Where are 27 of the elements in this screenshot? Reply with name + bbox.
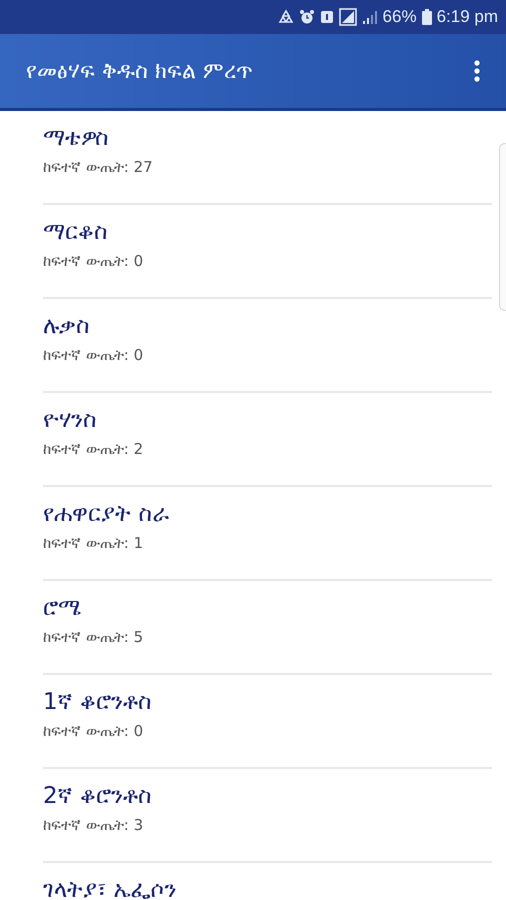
recycle-icon xyxy=(278,9,294,25)
book-title[interactable]: ዮሃንስ xyxy=(43,403,97,437)
app-title: የመፅሃፍ ቅዱስ ክፍል ምረጥ xyxy=(26,58,253,84)
high-score: ከፍተኛ ውጤት: 27 xyxy=(43,157,154,178)
book-title[interactable]: ሉቃስ xyxy=(43,309,90,343)
sim-icon xyxy=(320,10,334,24)
high-score: ከፍተኛ ውጤት: 5 xyxy=(43,627,144,648)
high-score: ከፍተኛ ውጤት: 0 xyxy=(43,251,144,272)
clock-time: 6:19 pm xyxy=(436,7,498,27)
battery-icon xyxy=(422,9,432,25)
menu-icon[interactable] xyxy=(474,60,480,82)
book-title[interactable]: 1ኛ ቆሮንቶስ xyxy=(43,685,152,719)
book-title[interactable]: የሐዋርያት ስራ xyxy=(43,497,170,531)
high-score: ከፍተኛ ውጤት: 2 xyxy=(43,439,144,460)
battery-percent: 66% xyxy=(382,7,417,27)
book-title[interactable]: ሮሜ xyxy=(43,591,81,625)
book-title[interactable]: ማርቆስ xyxy=(43,215,108,249)
high-score: ከፍተኛ ውጤት: 0 xyxy=(43,721,144,742)
high-score: ከፍተኛ ውጤት: 3 xyxy=(43,815,144,836)
high-score: ከፍተኛ ውጤት: 1 xyxy=(43,533,144,554)
nfc-icon xyxy=(338,8,357,26)
book-title[interactable]: 2ኛ ቆሮንቶስ xyxy=(43,779,152,813)
book-title[interactable]: ገላትያ፣ ኤፌሶን xyxy=(43,873,176,900)
signal-icon xyxy=(362,9,378,25)
alarm-icon xyxy=(298,9,315,25)
book-title[interactable]: ማቴዎስ xyxy=(43,121,109,155)
high-score: ከፍተኛ ውጤት: 0 xyxy=(43,345,144,366)
